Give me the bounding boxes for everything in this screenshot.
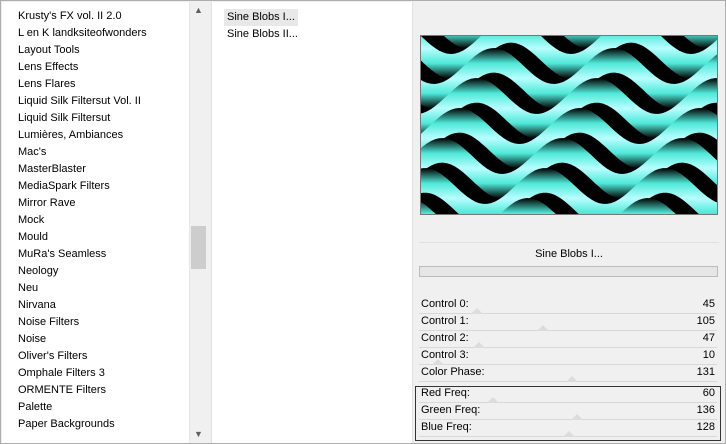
scroll-thumb[interactable]: [191, 226, 206, 269]
category-item[interactable]: Mock: [18, 212, 44, 229]
control-label: Control 2:: [421, 332, 469, 344]
control-label: Blue Freq:: [421, 421, 472, 433]
category-item[interactable]: Nirvana: [18, 297, 56, 314]
category-item[interactable]: Krusty's FX vol. II 2.0: [18, 8, 122, 25]
preview-waves: [421, 36, 717, 214]
control-value: 105: [696, 315, 715, 327]
category-item[interactable]: Liquid Silk Filtersut: [18, 110, 110, 127]
category-item[interactable]: Lumières, Ambiances: [18, 127, 123, 144]
filter-dialog: Krusty's FX vol. II 2.0 L en K landksiteo…: [0, 0, 726, 444]
category-item[interactable]: Neu: [18, 280, 38, 297]
category-item[interactable]: MuRa's Seamless: [18, 246, 106, 263]
category-item[interactable]: Neology: [18, 263, 58, 280]
control-row[interactable]: Control 3: 10: [419, 348, 719, 365]
category-item[interactable]: Oliver's Filters: [18, 348, 87, 365]
category-item[interactable]: Omphale Filters 3: [18, 365, 105, 382]
category-item[interactable]: Mac's: [18, 144, 46, 161]
control-label: Red Freq:: [421, 387, 470, 399]
preview-image: [420, 35, 718, 215]
progress-bar: [419, 266, 718, 277]
category-item[interactable]: Noise: [18, 331, 46, 348]
slider-thumb[interactable]: [565, 376, 578, 382]
filter-title: Sine Blobs I...: [419, 242, 719, 264]
control-label: Control 3:: [421, 349, 469, 361]
category-item[interactable]: Lens Effects: [18, 59, 78, 76]
control-row[interactable]: Control 0: 45: [419, 297, 719, 314]
control-value: 10: [702, 349, 715, 361]
control-value: 45: [702, 298, 715, 310]
category-scrollbar[interactable]: ▲ ▼: [189, 2, 206, 443]
category-item[interactable]: Palette: [18, 399, 52, 416]
scroll-up-icon[interactable]: ▲: [190, 2, 207, 19]
filter-item[interactable]: Sine Blobs II...: [224, 26, 301, 43]
category-item[interactable]: Layout Tools: [18, 42, 80, 59]
control-area: [419, 281, 719, 297]
control-value: 131: [696, 366, 715, 378]
scroll-down-icon[interactable]: ▼: [190, 426, 207, 443]
control-row[interactable]: Green Freq: 136: [419, 403, 719, 420]
category-item[interactable]: Paper Backgrounds: [18, 416, 115, 433]
filter-list[interactable]: Sine Blobs I... Sine Blobs II...: [211, 2, 413, 443]
category-item[interactable]: ORMENTE Filters: [18, 382, 106, 399]
category-list[interactable]: Krusty's FX vol. II 2.0 L en K landksiteo…: [2, 2, 189, 443]
control-value: 47: [702, 332, 715, 344]
control-row[interactable]: Control 1: 105: [419, 314, 719, 331]
control-label: Green Freq:: [421, 404, 481, 416]
category-item[interactable]: L en K landksiteofwonders: [18, 25, 147, 42]
control-row[interactable]: Color Phase: 131: [419, 365, 719, 382]
category-item[interactable]: Mould: [18, 229, 48, 246]
category-item[interactable]: Lens Flares: [18, 76, 75, 93]
filter-item[interactable]: Sine Blobs I...: [224, 9, 298, 26]
control-value: 128: [696, 421, 715, 433]
slider-thumb[interactable]: [562, 431, 575, 437]
control-label: Color Phase:: [421, 366, 485, 378]
control-row[interactable]: Control 2: 47: [419, 331, 719, 348]
control-value: 136: [696, 404, 715, 416]
category-item[interactable]: Mirror Rave: [18, 195, 75, 212]
control-label: Control 0:: [421, 298, 469, 310]
control-label: Control 1:: [421, 315, 469, 327]
control-row[interactable]: Red Freq: 60: [419, 386, 719, 403]
category-item[interactable]: MediaSpark Filters: [18, 178, 110, 195]
category-item[interactable]: Liquid Silk Filtersut Vol. II: [18, 93, 141, 110]
control-value: 60: [702, 387, 715, 399]
category-item[interactable]: Noise Filters: [18, 314, 79, 331]
control-row[interactable]: Blue Freq: 128: [419, 420, 719, 437]
category-item[interactable]: MasterBlaster: [18, 161, 86, 178]
